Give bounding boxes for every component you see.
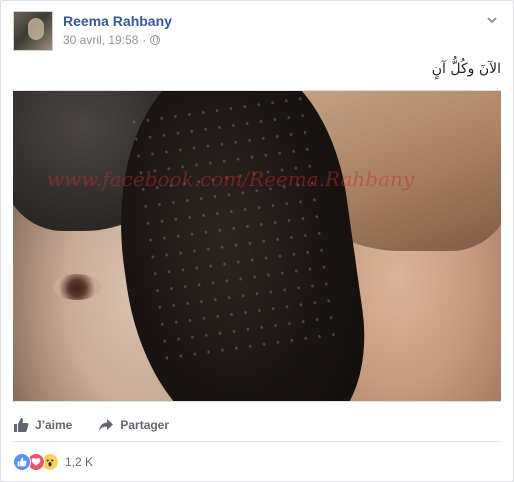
post-text: الآنَ وكُلُّ آنٍ	[431, 61, 501, 77]
meta-separator: ·	[142, 33, 147, 47]
share-label: Partager	[120, 418, 170, 432]
share-arrow-icon	[99, 419, 114, 431]
post-meta: 30 avril, 19:58 ·	[63, 33, 161, 47]
post-header: Reema Rahbany 30 avril, 19:58 ·	[13, 11, 501, 53]
globe-icon[interactable]	[150, 35, 161, 45]
post-photo[interactable]: www.facebook.com/Reema.Rahbany	[13, 90, 501, 402]
thumbs-up-icon	[14, 418, 29, 432]
photo-eye	[53, 274, 101, 300]
share-button[interactable]: Partager	[98, 417, 169, 433]
photo-veil-sequins	[125, 91, 341, 373]
author-name[interactable]: Reema Rahbany	[63, 13, 172, 29]
reaction-count: 1,2 K	[65, 455, 94, 469]
avatar[interactable]	[13, 11, 53, 51]
like-reaction-icon	[13, 453, 31, 471]
like-button[interactable]: J’aime	[13, 417, 72, 433]
action-bar: J’aime Partager	[13, 409, 501, 442]
chevron-down-icon[interactable]	[485, 13, 499, 27]
photo-watermark: www.facebook.com/Reema.Rahbany	[47, 167, 415, 191]
post-timestamp[interactable]: 30 avril, 19:58	[63, 33, 138, 47]
post-card: Reema Rahbany 30 avril, 19:58 · الآنَ وك…	[0, 0, 514, 482]
reactions-summary[interactable]: 1,2 K	[13, 453, 93, 471]
like-label: J’aime	[35, 418, 73, 432]
